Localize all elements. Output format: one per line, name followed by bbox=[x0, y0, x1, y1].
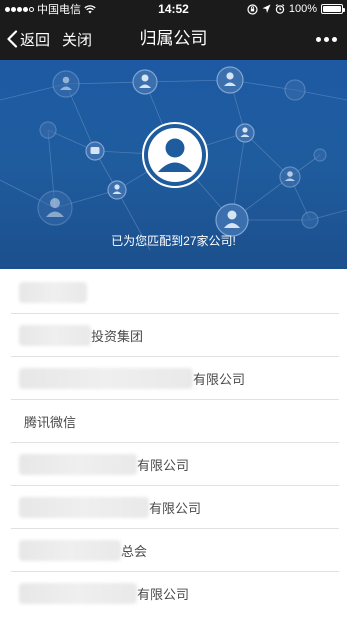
alarm-icon bbox=[275, 4, 285, 14]
more-dot-icon bbox=[324, 36, 329, 42]
back-button[interactable]: 返回 bbox=[6, 18, 50, 60]
list-item[interactable]: 有限公司 bbox=[11, 486, 339, 529]
chevron-left-icon bbox=[7, 30, 18, 48]
battery-fill bbox=[323, 6, 341, 12]
carrier-label: 中国电信 bbox=[37, 4, 81, 16]
location-icon bbox=[262, 4, 271, 13]
status-right: 100% bbox=[247, 3, 345, 15]
more-dot-icon bbox=[316, 36, 321, 42]
page-title: 归属公司 bbox=[139, 29, 208, 48]
status-bar: 中国电信 14:52 100% bbox=[0, 0, 347, 18]
company-name-suffix: 有限公司 bbox=[137, 587, 190, 602]
wifi-icon bbox=[84, 4, 96, 13]
status-left: 中国电信 bbox=[5, 1, 96, 17]
redacted-text bbox=[19, 539, 121, 561]
more-dot-icon bbox=[332, 36, 337, 42]
list-item[interactable]: 投资集团 bbox=[11, 314, 339, 357]
battery-percent: 100% bbox=[288, 3, 317, 15]
match-result-text: 已为您匹配到27家公司! bbox=[111, 234, 236, 248]
list-item[interactable]: 有限公司 bbox=[11, 357, 339, 400]
redacted-text bbox=[19, 367, 193, 389]
company-name-suffix: 有限公司 bbox=[193, 371, 246, 387]
more-options-button[interactable] bbox=[316, 18, 337, 60]
list-item[interactable]: 有限公司 bbox=[11, 572, 339, 615]
redacted-text bbox=[19, 281, 87, 303]
redacted-text bbox=[19, 453, 137, 475]
redacted-text bbox=[19, 583, 137, 604]
company-name: 腾讯微信 bbox=[24, 414, 77, 430]
redacted-text bbox=[19, 496, 149, 518]
close-button[interactable]: 关闭 bbox=[62, 18, 92, 60]
company-list: 投资集团 有限公司 腾讯微信 有限公司 有限公司 总会 有限公司 bbox=[0, 281, 347, 615]
back-label: 返回 bbox=[20, 31, 51, 49]
list-item[interactable]: 腾讯微信 bbox=[11, 400, 339, 443]
orientation-lock-icon bbox=[247, 3, 258, 15]
list-item[interactable]: 总会 bbox=[11, 529, 339, 572]
company-name-suffix: 有限公司 bbox=[149, 500, 202, 516]
battery-icon bbox=[321, 4, 345, 14]
list-item[interactable] bbox=[11, 271, 339, 314]
list-item[interactable]: 有限公司 bbox=[11, 443, 339, 486]
navigation-bar: 返回 关闭 归属公司 bbox=[0, 18, 347, 60]
company-name-suffix: 投资集团 bbox=[91, 328, 144, 344]
redacted-text bbox=[19, 324, 91, 346]
company-name-suffix: 总会 bbox=[121, 543, 148, 559]
company-name-suffix: 有限公司 bbox=[137, 457, 190, 473]
signal-strength-icon bbox=[5, 6, 34, 12]
match-banner: 已为您匹配到27家公司! bbox=[0, 60, 347, 269]
